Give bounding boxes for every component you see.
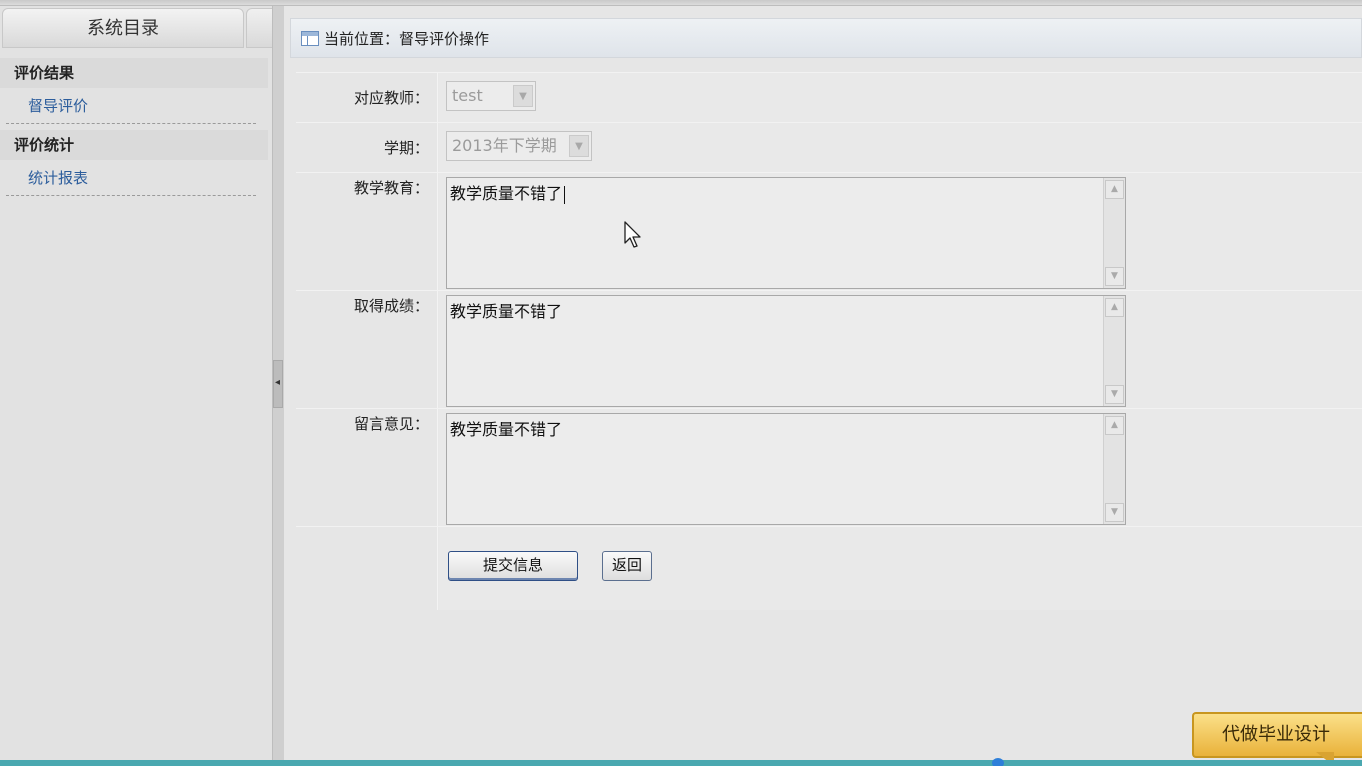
- value-cell: 教学质量不错了 ▲ ▼: [439, 409, 1362, 526]
- value-cell: 2013年下学期 ▼: [439, 123, 1362, 172]
- form-row-comment: 留言意见： 教学质量不错了 ▲ ▼: [296, 408, 1362, 526]
- achievement-label: 取得成绩：: [353, 297, 429, 315]
- achievement-text: 教学质量不错了: [450, 302, 563, 321]
- text-caret: [564, 185, 566, 204]
- label-cell: 取得成绩：: [296, 291, 438, 408]
- chevron-down-icon[interactable]: ▼: [1105, 267, 1124, 286]
- value-cell: test ▼: [439, 73, 1362, 122]
- value-cell: 教学质量不错了 ▲ ▼: [439, 291, 1362, 408]
- comment-text: 教学质量不错了: [450, 420, 563, 439]
- promo-banner[interactable]: 代做毕业设计: [1192, 712, 1362, 758]
- teaching-textarea[interactable]: 教学质量不错了 ▲ ▼: [446, 177, 1126, 289]
- teaching-text-value: 教学质量不错了: [450, 184, 563, 203]
- label-cell: [296, 527, 438, 610]
- teacher-select[interactable]: test ▼: [446, 81, 536, 111]
- form-row-teacher: 对应教师： test ▼: [296, 72, 1362, 122]
- sidebar: 系统目录 评价结果 督导评价 评价统计 统计报表: [0, 6, 276, 760]
- chevron-down-icon: ▼: [569, 135, 589, 157]
- sidebar-group-title[interactable]: 评价统计: [0, 130, 268, 160]
- label-cell: 教学教育：: [296, 173, 438, 290]
- term-select-value: 2013年下学期: [452, 136, 557, 155]
- term-select[interactable]: 2013年下学期 ▼: [446, 131, 592, 161]
- teaching-text: 教学质量不错了: [450, 180, 566, 204]
- value-cell: 教学质量不错了 ▲ ▼: [439, 173, 1362, 290]
- sidebar-group-title[interactable]: 评价结果: [0, 58, 268, 88]
- mouse-pointer-icon: [624, 221, 641, 248]
- teacher-label: 对应教师：: [353, 89, 429, 107]
- label-cell: 留言意见：: [296, 409, 438, 526]
- main-content: 当前位置：督导评价操作 对应教师： test ▼ 学期： 2013年下学期 ▼ …: [284, 6, 1362, 760]
- breadcrumb: 当前位置：督导评价操作: [290, 18, 1362, 58]
- chevron-down-icon[interactable]: ▼: [1105, 385, 1124, 404]
- label-cell: 学期：: [296, 123, 438, 172]
- bottom-bar: [0, 758, 1362, 766]
- vertical-scrollbar[interactable]: ▲ ▼: [1103, 414, 1125, 524]
- teaching-label: 教学教育：: [353, 179, 429, 197]
- chevron-up-icon[interactable]: ▲: [1105, 180, 1124, 199]
- sidebar-title: 系统目录: [2, 8, 244, 48]
- sidebar-group-results: 评价结果 督导评价: [0, 58, 272, 124]
- sidebar-splitter[interactable]: ◂: [272, 6, 284, 760]
- collapse-sidebar-button[interactable]: ◂: [273, 360, 283, 408]
- sidebar-header: 系统目录: [0, 6, 276, 50]
- value-cell: 提交信息 返回: [439, 527, 1362, 610]
- term-label: 学期：: [383, 139, 429, 157]
- form-row-teaching: 教学教育： 教学质量不错了 ▲ ▼: [296, 172, 1362, 290]
- achievement-textarea[interactable]: 教学质量不错了 ▲ ▼: [446, 295, 1126, 407]
- submit-button[interactable]: 提交信息: [448, 551, 578, 581]
- label-cell: 对应教师：: [296, 73, 438, 122]
- comment-label: 留言意见：: [353, 415, 429, 433]
- vertical-scrollbar[interactable]: ▲ ▼: [1103, 178, 1125, 288]
- sidebar-item-supervision-evaluation[interactable]: 督导评价: [6, 88, 256, 124]
- chevron-down-icon[interactable]: ▼: [1105, 503, 1124, 522]
- breadcrumb-text: 当前位置：督导评价操作: [324, 29, 490, 48]
- evaluation-form: 对应教师： test ▼ 学期： 2013年下学期 ▼ 教学教育： 教学质量不错…: [296, 72, 1362, 610]
- chevron-down-icon: ▼: [513, 85, 533, 107]
- form-row-achievement: 取得成绩： 教学质量不错了 ▲ ▼: [296, 290, 1362, 408]
- back-button[interactable]: 返回: [602, 551, 652, 581]
- form-row-actions: 提交信息 返回: [296, 526, 1362, 610]
- caret-left-icon: ◂: [275, 377, 281, 388]
- page-icon: [301, 30, 319, 46]
- chevron-up-icon[interactable]: ▲: [1105, 298, 1124, 317]
- vertical-scrollbar[interactable]: ▲ ▼: [1103, 296, 1125, 406]
- comment-textarea[interactable]: 教学质量不错了 ▲ ▼: [446, 413, 1126, 525]
- teacher-select-value: test: [452, 86, 483, 105]
- form-row-term: 学期： 2013年下学期 ▼: [296, 122, 1362, 172]
- sidebar-group-statistics: 评价统计 统计报表: [0, 130, 272, 196]
- sidebar-item-statistics-report[interactable]: 统计报表: [6, 160, 256, 196]
- progress-marker[interactable]: [992, 758, 1004, 766]
- chevron-up-icon[interactable]: ▲: [1105, 416, 1124, 435]
